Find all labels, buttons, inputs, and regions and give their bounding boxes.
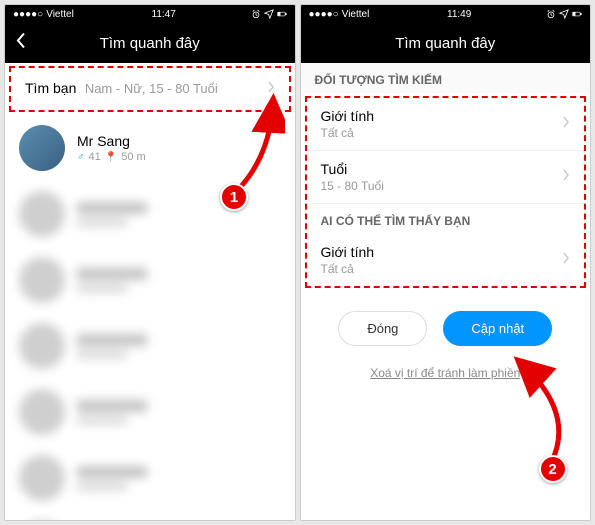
- setting-age[interactable]: Tuổi 15 - 80 Tuổi: [307, 151, 585, 204]
- content-left: Tìm bạn Nam - Nữ, 15 - 80 Tuổi Mr Sang ♂…: [5, 63, 295, 520]
- header: Tìm quanh đây: [301, 23, 591, 63]
- setting-value: Tất cả: [321, 126, 375, 140]
- avatar: [19, 191, 65, 237]
- avatar: [19, 389, 65, 435]
- avatar: [19, 455, 65, 501]
- avatar: [19, 257, 65, 303]
- phone-left: ●●●●○ Viettel 11:47 Tìm quanh đây Tìm bạ…: [4, 4, 296, 521]
- annotation-number: 1: [220, 183, 248, 211]
- user-row-blurred[interactable]: [5, 247, 295, 313]
- phone-right: ●●●●○ Viettel 11:49 Tìm quanh đây ĐỐI TƯ…: [300, 4, 592, 521]
- filter-label: Tìm bạn: [25, 80, 76, 96]
- chevron-right-icon: [562, 251, 570, 269]
- carrier: Viettel: [342, 9, 370, 20]
- back-button[interactable]: [15, 32, 27, 55]
- alarm-icon: [251, 9, 261, 19]
- battery-icon: [572, 9, 582, 19]
- avatar: [19, 323, 65, 369]
- user-row-blurred[interactable]: [5, 445, 295, 511]
- avatar: [19, 125, 65, 171]
- user-row-blurred[interactable]: [5, 313, 295, 379]
- highlight-box-2: Giới tính Tất cả Tuổi 15 - 80 Tuổi AI CÓ…: [305, 96, 587, 288]
- annotation-1: 1: [220, 183, 248, 211]
- carrier: Viettel: [46, 9, 74, 20]
- setting-value: Tất cả: [321, 262, 375, 276]
- update-button[interactable]: Cập nhật: [443, 311, 552, 346]
- signal-dots: ●●●●○: [13, 9, 43, 20]
- alarm-icon: [546, 9, 556, 19]
- button-row: Đóng Cập nhật: [301, 291, 591, 358]
- setting-label: Tuổi: [321, 161, 384, 177]
- setting-visibility-gender[interactable]: Giới tính Tất cả: [307, 234, 585, 286]
- signal-dots: ●●●●○: [309, 9, 339, 20]
- arrow-2: [491, 353, 581, 473]
- location-icon: [264, 9, 274, 19]
- close-button[interactable]: Đóng: [338, 311, 427, 346]
- setting-gender[interactable]: Giới tính Tất cả: [307, 98, 585, 151]
- status-time: 11:47: [152, 9, 176, 20]
- setting-label: Giới tính: [321, 108, 375, 124]
- location-icon: [559, 9, 569, 19]
- battery-icon: [277, 9, 287, 19]
- section-header-visibility: AI CÓ THỂ TÌM THẤY BẠN: [307, 204, 585, 234]
- status-bar: ●●●●○ Viettel 11:47: [5, 5, 295, 23]
- male-icon: ♂: [77, 152, 85, 163]
- user-distance: 50 m: [121, 151, 145, 163]
- setting-label: Giới tính: [321, 244, 375, 260]
- status-time: 11:49: [447, 9, 471, 20]
- header: Tìm quanh đây: [5, 23, 295, 63]
- chevron-right-icon: [562, 168, 570, 186]
- page-title: Tìm quanh đây: [395, 35, 495, 52]
- user-age: 41: [89, 151, 101, 163]
- annotation-number: 2: [539, 455, 567, 483]
- chevron-right-icon: [562, 115, 570, 133]
- status-bar: ●●●●○ Viettel 11:49: [301, 5, 591, 23]
- user-row-blurred[interactable]: [5, 379, 295, 445]
- setting-value: 15 - 80 Tuổi: [321, 179, 384, 193]
- annotation-2: 2: [539, 455, 567, 483]
- page-title: Tìm quanh đây: [100, 35, 200, 52]
- user-row-blurred[interactable]: [5, 511, 295, 520]
- section-header-search: ĐỐI TƯỢNG TÌM KIẾM: [301, 63, 591, 93]
- pin-icon: 📍: [105, 152, 117, 163]
- content-right: ĐỐI TƯỢNG TÌM KIẾM Giới tính Tất cả Tuổi…: [301, 63, 591, 520]
